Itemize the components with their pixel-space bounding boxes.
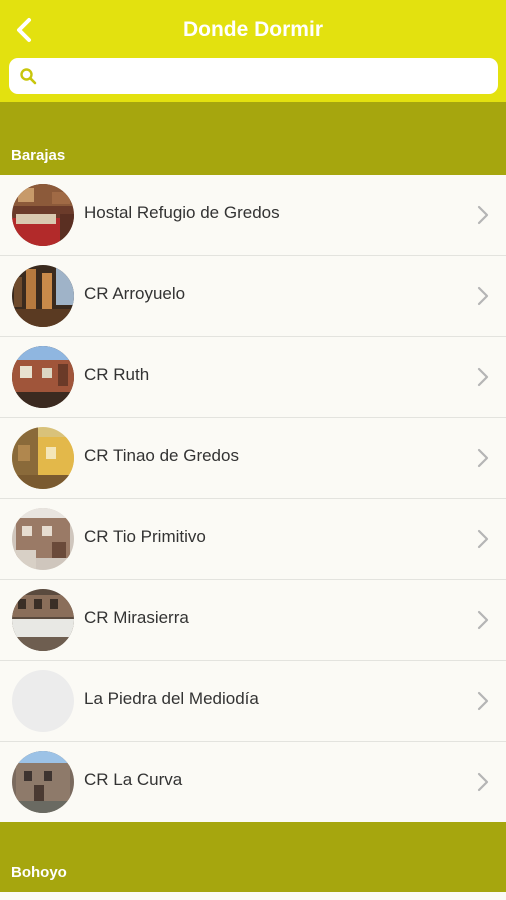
thumbnail bbox=[12, 184, 74, 246]
item-label: CR Tinao de Gredos bbox=[84, 446, 239, 465]
thumbnail bbox=[12, 508, 74, 570]
chevron-right-icon bbox=[477, 448, 489, 468]
list-item[interactable]: CR Mirasierra bbox=[0, 580, 506, 661]
item-label: CR Arroyuelo bbox=[84, 284, 186, 303]
item-label: CR La Curva bbox=[84, 770, 183, 789]
search-input[interactable] bbox=[45, 62, 489, 92]
list-item[interactable]: CR La Curva bbox=[0, 742, 506, 823]
item-label: La Piedra del Mediodía bbox=[84, 689, 259, 708]
chevron-right-icon bbox=[477, 610, 489, 630]
chevron-right-icon bbox=[477, 286, 489, 306]
item-label: CR Ruth bbox=[84, 365, 150, 384]
thumbnail-placeholder bbox=[12, 670, 74, 732]
app-header: Donde Dormir bbox=[0, 0, 506, 102]
search-bar[interactable] bbox=[9, 58, 498, 94]
list-item[interactable]: CR Arroyuelo bbox=[0, 256, 506, 337]
section-title: Bohoyo bbox=[11, 864, 67, 881]
section-header-barajas: Barajas bbox=[0, 102, 506, 175]
thumbnail bbox=[12, 265, 74, 327]
list-item[interactable]: CR Ruth bbox=[0, 337, 506, 418]
list-item[interactable]: CR Tinao de Gredos bbox=[0, 418, 506, 499]
page-title: Donde Dormir bbox=[182, 18, 323, 41]
list-barajas: Hostal Refugio de Gredos CR Arroyuelo CR… bbox=[0, 175, 506, 823]
thumbnail bbox=[12, 589, 74, 651]
chevron-right-icon bbox=[477, 529, 489, 549]
thumbnail bbox=[12, 751, 74, 813]
item-label: CR Tio Primitivo bbox=[84, 527, 206, 546]
list-item[interactable]: CR Tio Primitivo bbox=[0, 499, 506, 580]
chevron-right-icon bbox=[477, 367, 489, 387]
item-label: CR Mirasierra bbox=[84, 608, 189, 627]
section-header-bohoyo: Bohoyo bbox=[0, 822, 506, 892]
search-icon bbox=[20, 68, 37, 85]
list-item[interactable]: Hostal Refugio de Gredos bbox=[0, 175, 506, 256]
chevron-right-icon bbox=[477, 205, 489, 225]
chevron-right-icon bbox=[477, 691, 489, 711]
thumbnail bbox=[12, 427, 74, 489]
chevron-right-icon bbox=[477, 772, 489, 792]
list-item[interactable]: La Piedra del Mediodía bbox=[0, 661, 506, 742]
section-title: Barajas bbox=[11, 147, 66, 164]
item-label: Hostal Refugio de Gredos bbox=[84, 203, 280, 222]
thumbnail bbox=[12, 346, 74, 408]
